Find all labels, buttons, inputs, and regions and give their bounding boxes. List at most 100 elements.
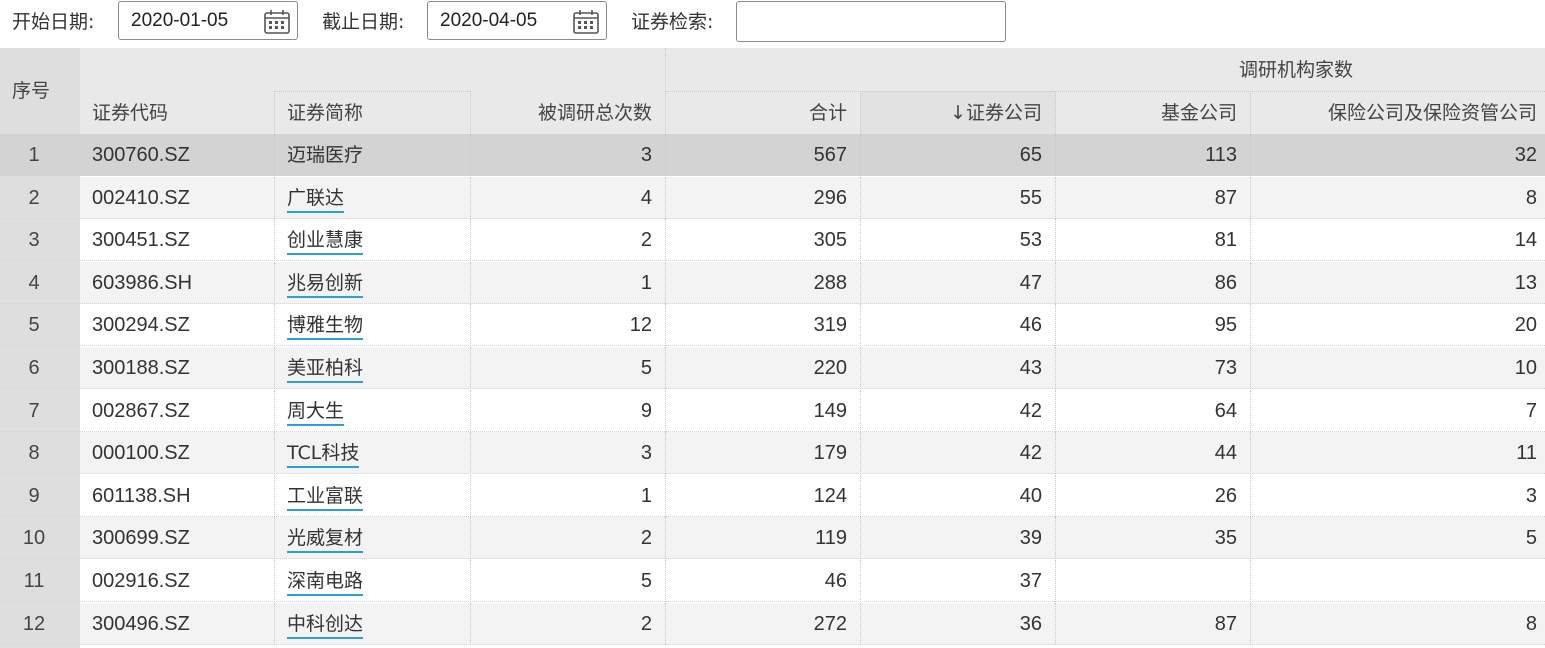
header-insurance[interactable]: 保险公司及保险资管公司	[1250, 101, 1537, 125]
header-name[interactable]: 证券简称	[287, 101, 363, 125]
securities-count: 46	[1019, 314, 1042, 337]
institution-total: 288	[813, 271, 847, 294]
header-times[interactable]: 被调研总次数	[470, 101, 652, 125]
security-name-link[interactable]: 创业慧康	[287, 219, 364, 261]
insurance-count: 14	[1514, 229, 1537, 252]
insurance-count: 8	[1525, 612, 1537, 635]
securities-count: 65	[1019, 144, 1042, 166]
start-date-value[interactable]: 2020-01-05	[131, 10, 228, 32]
research-table: 序号 调研机构家数 证券代码 证券简称 被调研总次数 合计 ↓证券公司 基金公司…	[0, 48, 1545, 648]
security-name[interactable]: 光威复材	[287, 527, 364, 554]
table-row[interactable]: 10 300699.SZ 光威复材 2 119 39 35 5	[0, 517, 1545, 560]
fund-count: 87	[1214, 186, 1237, 209]
security-name[interactable]: 广联达	[287, 186, 345, 213]
insurance-count	[1250, 560, 1537, 602]
security-name-link[interactable]: 光威复材	[287, 517, 364, 559]
row-index: 7	[28, 399, 40, 422]
security-name[interactable]: 深南电路	[287, 570, 364, 596]
table-row[interactable]: 1 300760.SZ 迈瑞医疗 3 567 65 113 32	[0, 134, 1545, 176]
research-times: 4	[640, 186, 652, 209]
security-name-link[interactable]: 周大生	[287, 390, 345, 432]
search-label: 证券检索:	[631, 11, 714, 33]
research-times: 2	[640, 527, 652, 550]
security-code: 000100.SZ	[92, 442, 190, 465]
research-times: 2	[640, 612, 652, 635]
table-row[interactable]: 7 002867.SZ 周大生 9 149 42 64 7	[0, 389, 1545, 432]
securities-count: 42	[1019, 442, 1042, 465]
securities-count: 43	[1019, 357, 1042, 379]
security-code: 002867.SZ	[92, 399, 190, 422]
security-code: 300451.SZ	[92, 229, 190, 252]
security-name[interactable]: 美亚柏科	[287, 357, 364, 383]
institution-total: 124	[813, 484, 847, 507]
table-row[interactable]: 2 002410.SZ 广联达 4 296 55 87 8	[0, 176, 1545, 219]
security-code: 603986.SH	[92, 271, 193, 294]
table-row[interactable]: 3 300451.SZ 创业慧康 2 305 53 81 14	[0, 219, 1545, 262]
security-name[interactable]: 中科创达	[287, 612, 364, 639]
security-code: 300294.SZ	[92, 314, 190, 337]
security-name-link[interactable]: 兆易创新	[287, 262, 364, 304]
row-index: 8	[28, 442, 40, 465]
security-name[interactable]: 周大生	[287, 399, 345, 426]
table-row[interactable]: 9 601138.SH 工业富联 1 124 40 26 3	[0, 474, 1545, 517]
header-divider	[274, 91, 275, 134]
cell-divider	[274, 176, 275, 219]
security-name[interactable]: TCL科技	[287, 442, 360, 469]
row-index: 1	[28, 144, 40, 166]
cell-divider	[274, 134, 275, 176]
fund-count: 73	[1214, 357, 1237, 379]
security-name-link[interactable]: 迈瑞医疗	[287, 134, 363, 176]
security-name-link[interactable]: 广联达	[287, 177, 345, 219]
institution-total: 296	[813, 186, 847, 209]
header-securities[interactable]: ↓证券公司	[860, 101, 1042, 125]
security-name[interactable]: 工业富联	[287, 484, 364, 511]
institution-total: 567	[813, 144, 847, 166]
insurance-count: 8	[1525, 186, 1537, 209]
insurance-count: 32	[1514, 144, 1537, 166]
table-row[interactable]: 11 002916.SZ 深南电路 5 46 37	[0, 560, 1545, 602]
table-row[interactable]: 6 300188.SZ 美亚柏科 5 220 43 73 10	[0, 347, 1545, 389]
row-index: 4	[28, 271, 40, 294]
table-row[interactable]: 4 603986.SH 兆易创新 1 288 47 86 13	[0, 261, 1545, 304]
start-date-field[interactable]: 2020-01-05	[118, 1, 298, 40]
row-index: 11	[23, 570, 45, 592]
security-name-link[interactable]: 工业富联	[287, 475, 364, 517]
cell-divider	[274, 347, 275, 389]
end-date-value[interactable]: 2020-04-05	[440, 10, 537, 32]
security-name[interactable]: 创业慧康	[287, 229, 364, 256]
security-name[interactable]: 迈瑞医疗	[287, 144, 363, 168]
search-input[interactable]	[736, 1, 1006, 42]
institution-total: 319	[813, 314, 847, 337]
fund-count: 35	[1214, 527, 1237, 550]
security-name-link[interactable]: 深南电路	[287, 560, 364, 602]
security-name-link[interactable]: 美亚柏科	[287, 347, 364, 389]
research-times: 1	[640, 271, 652, 294]
security-code: 601138.SH	[92, 484, 191, 507]
security-name-link[interactable]: 博雅生物	[287, 304, 364, 346]
table-row[interactable]: 5 300294.SZ 博雅生物 12 319 46 95 20	[0, 304, 1545, 347]
end-date-field[interactable]: 2020-04-05	[427, 1, 607, 40]
row-index: 6	[28, 357, 40, 379]
cell-divider	[274, 304, 275, 347]
securities-count: 42	[1019, 399, 1042, 422]
security-name[interactable]: 兆易创新	[287, 271, 364, 298]
row-index: 3	[28, 229, 40, 252]
fund-count: 26	[1214, 484, 1237, 507]
security-name-link[interactable]: TCL科技	[287, 432, 360, 474]
header-fund[interactable]: 基金公司	[1055, 101, 1237, 125]
security-name[interactable]: 博雅生物	[287, 314, 364, 341]
security-name-link[interactable]: 中科创达	[287, 603, 364, 645]
header-total[interactable]: 合计	[665, 101, 847, 125]
calendar-icon[interactable]	[263, 9, 291, 35]
security-code: 300188.SZ	[92, 357, 190, 379]
security-code: 300760.SZ	[92, 144, 190, 166]
table-row[interactable]: 12 300496.SZ 中科创达 2 272 36 87 8	[0, 602, 1545, 645]
calendar-icon[interactable]	[572, 9, 600, 35]
header-divider	[665, 91, 1545, 92]
research-times: 1	[640, 484, 652, 507]
insurance-count: 11	[1516, 442, 1537, 465]
table-row[interactable]: 8 000100.SZ TCL科技 3 179 42 44 11	[0, 432, 1545, 475]
securities-count: 53	[1019, 229, 1042, 252]
filter-bar: 开始日期: 2020-01-05 截止日期: 2020-04-05 证券检索:	[0, 0, 1545, 48]
header-code[interactable]: 证券代码	[92, 101, 168, 125]
